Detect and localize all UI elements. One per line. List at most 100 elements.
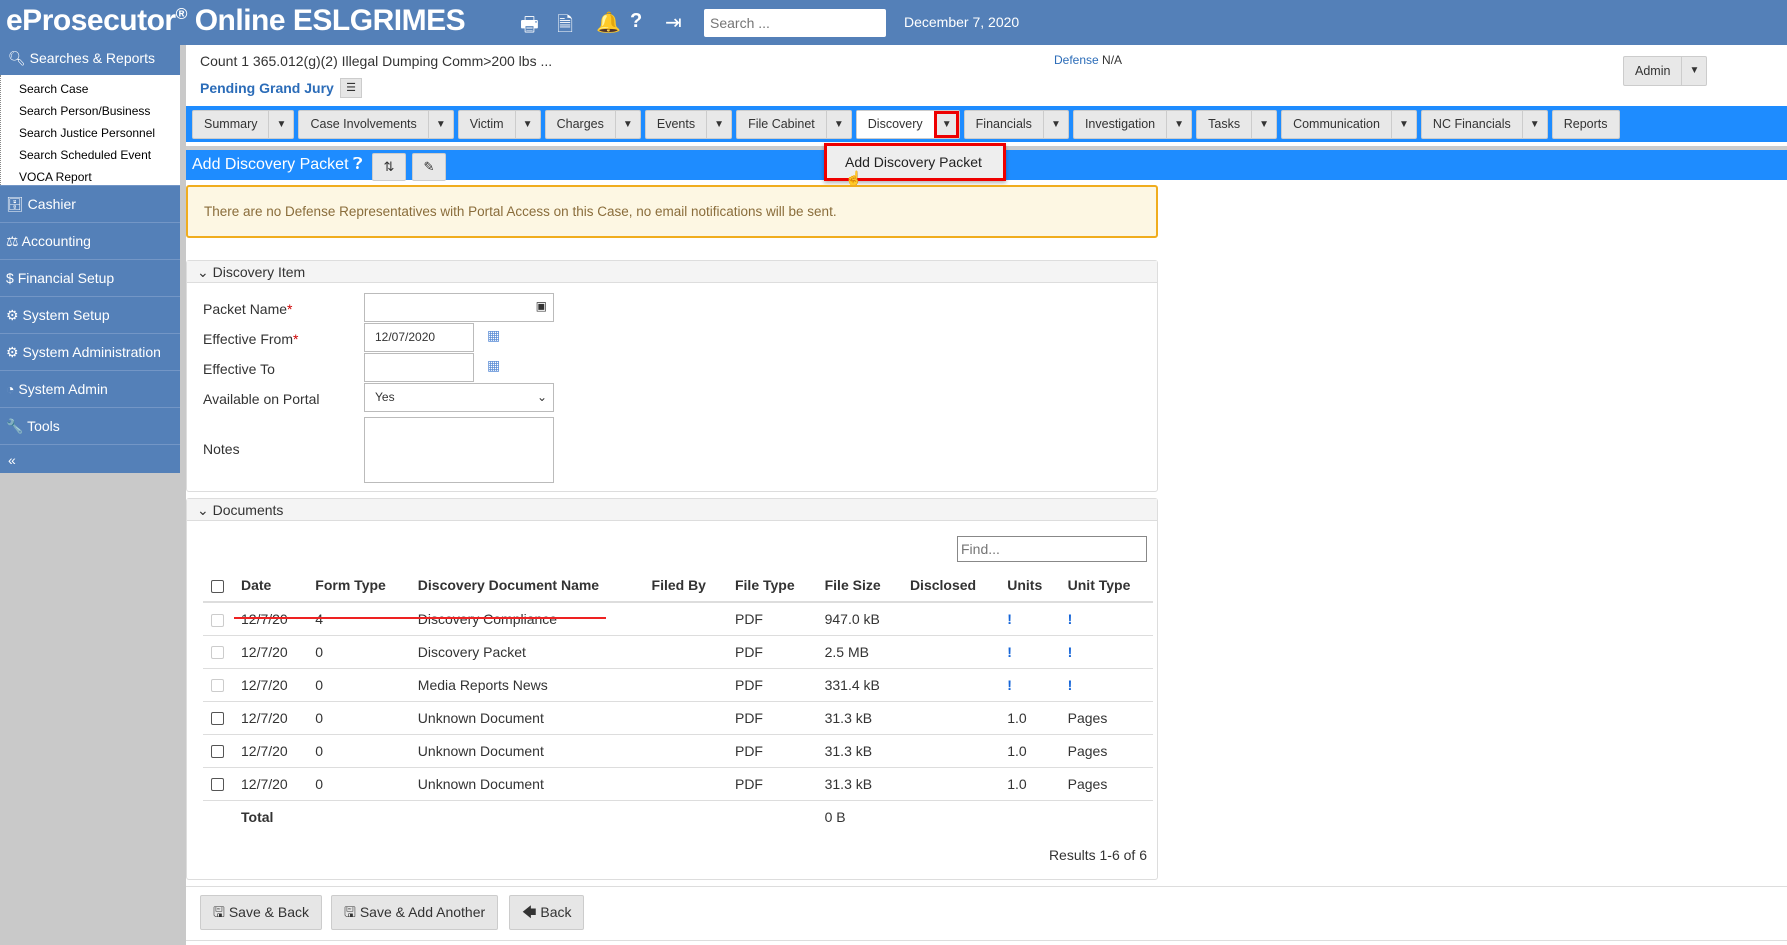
tab-summary[interactable]: Summary ▼ [192,110,295,139]
calendar-icon[interactable]: ▦ [487,327,500,344]
chevron-down-icon[interactable]: ▼ [1251,111,1276,138]
save-back-button[interactable]: 🖫 Save & Back [200,895,322,930]
table-row[interactable]: 12/7/20 0 Media Reports News PDF 331.4 kB!! [203,668,1153,702]
page-title: Add Discovery Packet ❓︎ [192,156,363,173]
notes-icon[interactable]: ☰ [340,78,362,98]
save-icon: 🖫 [213,904,225,920]
sidebar-item-cashier[interactable]: 🗄 Cashier [0,185,180,222]
sidebar-item-financial-setup[interactable]: $ Financial Setup [0,259,180,296]
cell-name: Media Reports News [409,668,644,702]
chevron-down-icon[interactable]: ▼ [614,111,640,138]
calendar-icon[interactable]: ▦ [487,357,500,374]
packet-name-input[interactable]: ▣ [364,293,554,322]
sidebar-item-accounting[interactable]: ⚖ Accounting [0,222,180,259]
sidebar-subitem[interactable]: Search Justice Personnel [19,122,180,144]
help-icon[interactable]: ? [630,10,642,33]
printer-icon[interactable]: 🖶 [520,10,539,44]
column-header[interactable]: File Type [726,569,817,603]
effective-to-input[interactable] [364,353,474,382]
back-button[interactable]: 🡄 Back [509,895,585,930]
row-checkbox[interactable] [203,767,233,801]
chevron-down-icon[interactable]: ▼ [706,111,731,138]
user-menu[interactable]: Admin ▼ [1623,56,1708,86]
logout-icon[interactable]: ⇥ [665,10,682,35]
tab-reports[interactable]: Reports [1551,110,1620,139]
select-all-checkbox[interactable] [203,569,233,603]
table-row[interactable]: 12/7/20 0 Unknown Document PDF 31.3 kB 1.0 Pag… [203,701,1153,735]
tab-charges[interactable]: Charges ▼ [544,110,641,139]
sidebar-section-searches[interactable]: 🔍︎ Searches & Reports [0,45,180,75]
chevron-down-icon[interactable]: ▼ [514,111,540,138]
column-header[interactable]: Discovery Document Name [409,569,644,603]
column-header[interactable]: Units [999,569,1060,603]
chevron-down-icon[interactable]: ▼ [268,111,293,138]
table-row[interactable]: 12/7/20 0 Discovery Packet PDF 2.5 MB!! [203,635,1153,669]
cell-date: 12/7/20 [233,767,308,801]
row-checkbox[interactable] [203,701,233,735]
gears-icon: ⚙ [6,344,23,360]
swap-icon[interactable]: ⇅ [372,153,406,181]
save-add-another-button[interactable]: 🖫 Save & Add Another [331,895,499,930]
table-row[interactable]: 12/7/20 0 Unknown Document PDF 31.3 kB 1.0 Pag… [203,734,1153,768]
portal-select[interactable]: Yes ⌄ [364,383,554,412]
case-status[interactable]: Pending Grand Jury [200,80,334,96]
column-header[interactable]: Filed By [643,569,727,603]
column-header[interactable]: Disclosed [901,569,1000,603]
label: Packet Name* [203,301,293,317]
help-icon[interactable]: ❓︎ [353,156,363,173]
section-header[interactable]: ⌄ Documents [187,499,1157,521]
sidebar-subitem[interactable]: Search Case [19,78,180,100]
tab-events[interactable]: Events ▼ [644,110,733,139]
sidebar-item-system-administration[interactable]: ⚙ System Administration [0,333,180,370]
sidebar-item-system-setup[interactable]: ⚙ System Setup [0,296,180,333]
tab-tasks[interactable]: Tasks ▼ [1196,110,1278,139]
sidebar-subitem[interactable]: Search Person/Business [19,100,180,122]
tab-nc-financials[interactable]: NC Financials ▼ [1420,110,1548,139]
column-header[interactable]: Unit Type [1059,569,1153,603]
tab-financials[interactable]: Financials ▼ [963,110,1069,139]
chevron-down-icon[interactable]: ▼ [1521,111,1547,138]
cell-name: Unknown Document [409,701,644,735]
row-checkbox[interactable] [203,734,233,768]
cell-size: 331.4 kB [816,668,902,702]
cell-type: PDF [726,602,817,636]
documents-table: Date Form Type Discovery Document Name File… [203,569,1153,833]
chevron-down-icon[interactable]: ▼ [825,111,851,138]
cell-units: ! [999,635,1060,669]
sidebar-item-system-admin[interactable]: ◔ System Admin [0,370,180,407]
tab-investigation[interactable]: Investigation ▼ [1072,110,1193,139]
chevron-down-icon[interactable]: ▼ [1042,111,1068,138]
find-input[interactable] [957,536,1147,562]
sidebar-subitem[interactable]: Search Scheduled Event [19,144,180,166]
chevron-down-icon[interactable]: ▼ [427,111,453,138]
cell-size: 947.0 kB [816,602,902,636]
column-header[interactable]: Date [233,569,308,603]
cell-filed [643,635,727,669]
top-bar: eProsecutor® Online ESLGRIMES 🖶 🗎 🔔 ? ⇥ … [0,0,1787,45]
column-header[interactable]: File Size [816,569,902,603]
dropdown-item-add-discovery-packet[interactable]: Add Discovery Packet ☝ [824,143,1006,186]
discovery-item-panel: ⌄ Discovery Item Packet Name* ▣ Effectiv… [186,260,1158,492]
effective-from-input[interactable]: 12/07/2020 [364,323,474,352]
edit-icon[interactable]: ✎ [412,153,446,181]
tab-file-cabinet[interactable]: File Cabinet ▼ [736,110,852,139]
chevron-down-icon[interactable]: ▼ [1166,111,1191,138]
column-header[interactable]: Form Type [307,569,410,603]
chevron-down-icon[interactable]: ▼ [1390,111,1416,138]
tab-communication[interactable]: Communication ▼ [1281,110,1417,139]
notes-textarea[interactable] [364,417,554,483]
collapse-sidebar-button[interactable]: « [0,444,180,474]
bell-icon[interactable]: 🔔 [596,10,621,35]
tab-discovery[interactable]: Discovery ▼ [855,110,960,139]
table-row[interactable]: 12/7/20 0 Unknown Document PDF 31.3 kB 1.0 Pag… [203,767,1153,801]
tab-victim[interactable]: Victim ▼ [457,110,541,139]
chevron-down-icon: ⌄ [536,390,547,404]
sidebar-item-tools[interactable]: 🔧 Tools [0,407,180,444]
document-icon[interactable]: 🗎 [557,10,573,44]
section-header[interactable]: ⌄ Discovery Item [187,261,1157,283]
tab-case-involvements[interactable]: Case Involvements ▼ [298,110,454,139]
search-input[interactable] [704,9,886,37]
label: Available on Portal [203,391,320,407]
chevron-down-icon[interactable]: ▼ [933,111,959,138]
cell-unit_type: ! [1059,668,1153,702]
